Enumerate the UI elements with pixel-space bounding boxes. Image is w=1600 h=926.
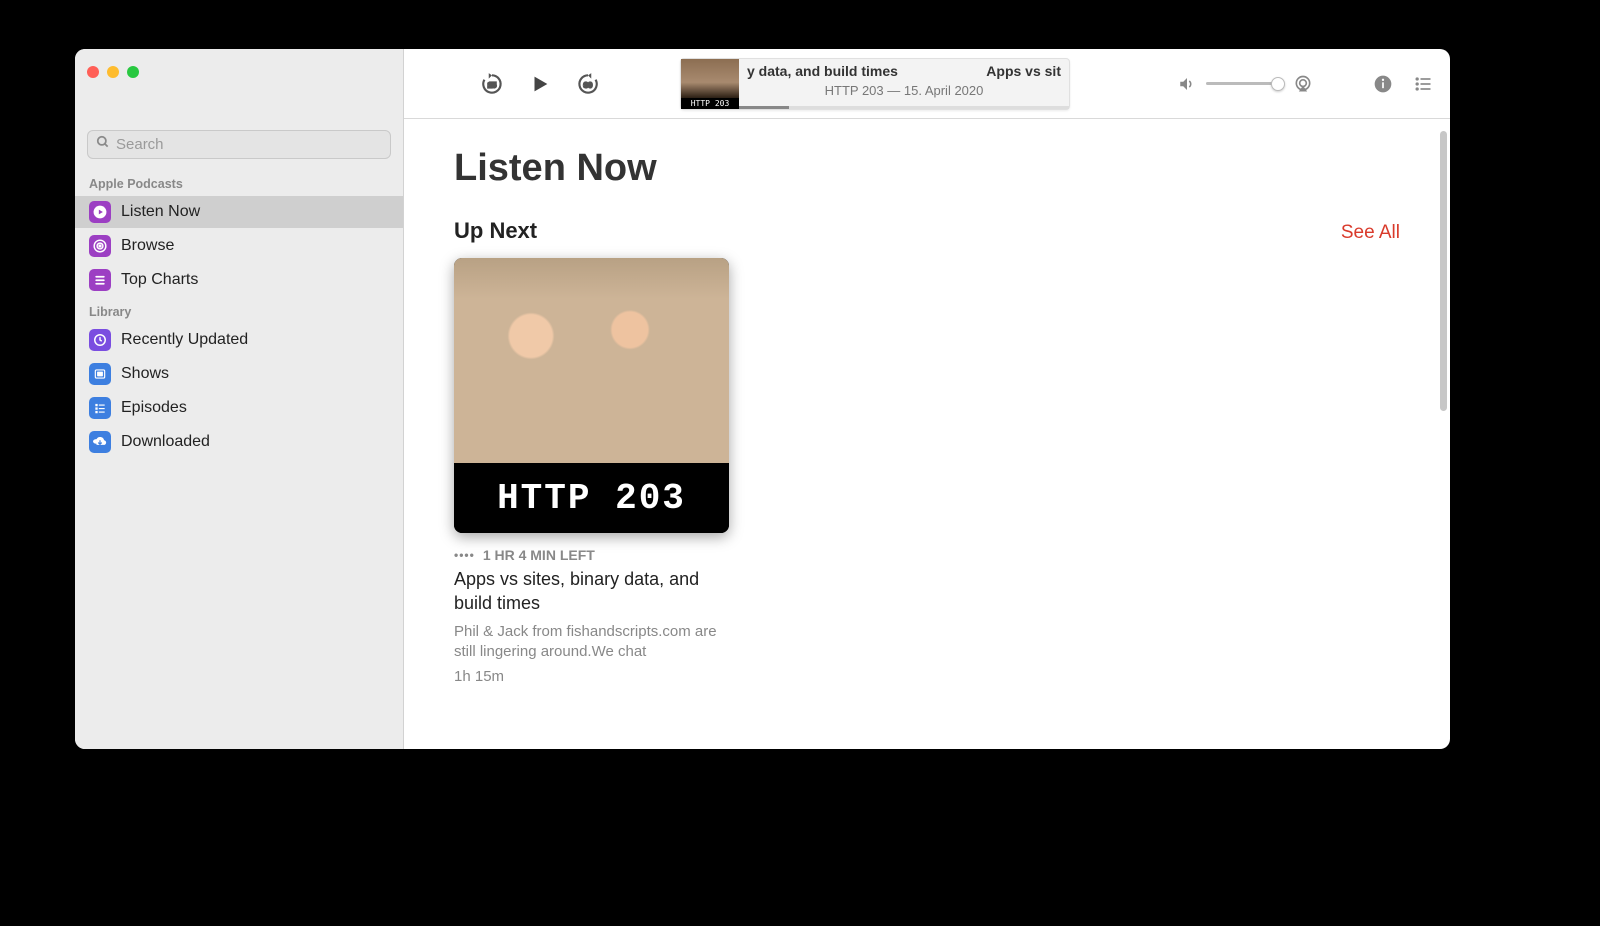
page-title: Listen Now [454, 147, 1400, 190]
sidebar-item-shows[interactable]: Shows [75, 358, 403, 390]
svg-text:15: 15 [488, 80, 496, 89]
now-playing-display[interactable]: HTTP 203 y data, and build times Apps vs… [680, 58, 1070, 110]
sidebar-item-label: Episodes [121, 399, 187, 417]
browse-icon [89, 235, 111, 257]
sidebar-item-top-charts[interactable]: Top Charts [75, 264, 403, 296]
skip-forward-button[interactable]: 30 [574, 70, 602, 98]
sidebar-item-label: Shows [121, 365, 169, 383]
sidebar-item-episodes[interactable]: Episodes [75, 392, 403, 424]
now-playing-subtitle: HTTP 203 — 15. April 2020 [739, 83, 1069, 98]
top-charts-icon [89, 269, 111, 291]
now-playing-art-label: HTTP 203 [681, 98, 739, 109]
now-playing-title: y data, and build times Apps vs sit [747, 63, 1061, 79]
see-all-link[interactable]: See All [1341, 222, 1400, 244]
play-button[interactable] [526, 70, 554, 98]
sidebar-item-label: Browse [121, 237, 174, 255]
time-remaining: 1 HR 4 MIN LEFT [483, 547, 595, 563]
app-window: Apple Podcasts Listen Now Browse [75, 49, 1450, 749]
episode-title: Apps vs sites, binary data, and build ti… [454, 567, 729, 616]
sidebar-item-label: Listen Now [121, 203, 200, 221]
sidebar-item-listen-now[interactable]: Listen Now [75, 196, 403, 228]
now-playing-artwork: HTTP 203 [681, 59, 739, 109]
sidebar-item-label: Downloaded [121, 433, 210, 451]
sidebar-item-label: Recently Updated [121, 331, 248, 349]
sidebar-section-apple-podcasts: Apple Podcasts [75, 169, 403, 195]
volume-thumb[interactable] [1271, 77, 1285, 91]
search-input[interactable] [116, 136, 382, 153]
volume-slider[interactable] [1206, 82, 1284, 85]
list-icon [89, 397, 111, 419]
volume-control[interactable] [1176, 73, 1314, 95]
sidebar-item-downloaded[interactable]: Downloaded [75, 426, 403, 458]
shows-icon [89, 363, 111, 385]
episode-duration: 1h 15m [454, 668, 729, 685]
toolbar: 15 30 HTTP 203 [404, 49, 1450, 119]
search-icon [96, 135, 110, 154]
progress-bar[interactable] [739, 106, 1069, 109]
fullscreen-window-button[interactable] [127, 66, 139, 78]
section-up-next-title: Up Next [454, 218, 537, 244]
queue-icon[interactable] [1412, 73, 1434, 95]
artwork-text: HTTP 203 [454, 463, 729, 533]
airplay-icon[interactable] [1292, 73, 1314, 95]
sidebar-section-library: Library [75, 297, 403, 323]
clock-icon [89, 329, 111, 351]
listen-now-icon [89, 201, 111, 223]
sidebar: Apple Podcasts Listen Now Browse [75, 49, 404, 749]
content-area: Listen Now Up Next See All HTTP 203 ••••… [404, 119, 1450, 749]
progress-fill [739, 106, 789, 109]
progress-indicator-icon: •••• [454, 548, 475, 562]
sidebar-item-browse[interactable]: Browse [75, 230, 403, 262]
sidebar-item-label: Top Charts [121, 271, 198, 289]
download-icon [89, 431, 111, 453]
search-box[interactable] [87, 130, 391, 159]
playback-controls: 15 30 [478, 70, 602, 98]
sidebar-item-recently-updated[interactable]: Recently Updated [75, 324, 403, 356]
minimize-window-button[interactable] [107, 66, 119, 78]
svg-text:30: 30 [584, 80, 592, 89]
volume-icon [1176, 73, 1198, 95]
scrollbar[interactable] [1440, 131, 1447, 411]
info-icon[interactable] [1372, 73, 1394, 95]
window-controls [75, 49, 403, 95]
episode-card[interactable]: HTTP 203 •••• 1 HR 4 MIN LEFT Apps vs si… [454, 258, 729, 685]
close-window-button[interactable] [87, 66, 99, 78]
skip-back-button[interactable]: 15 [478, 70, 506, 98]
episode-artwork: HTTP 203 [454, 258, 729, 533]
episode-description: Phil & Jack from fishandscripts.com are … [454, 622, 729, 663]
main-pane: 15 30 HTTP 203 [404, 49, 1450, 749]
